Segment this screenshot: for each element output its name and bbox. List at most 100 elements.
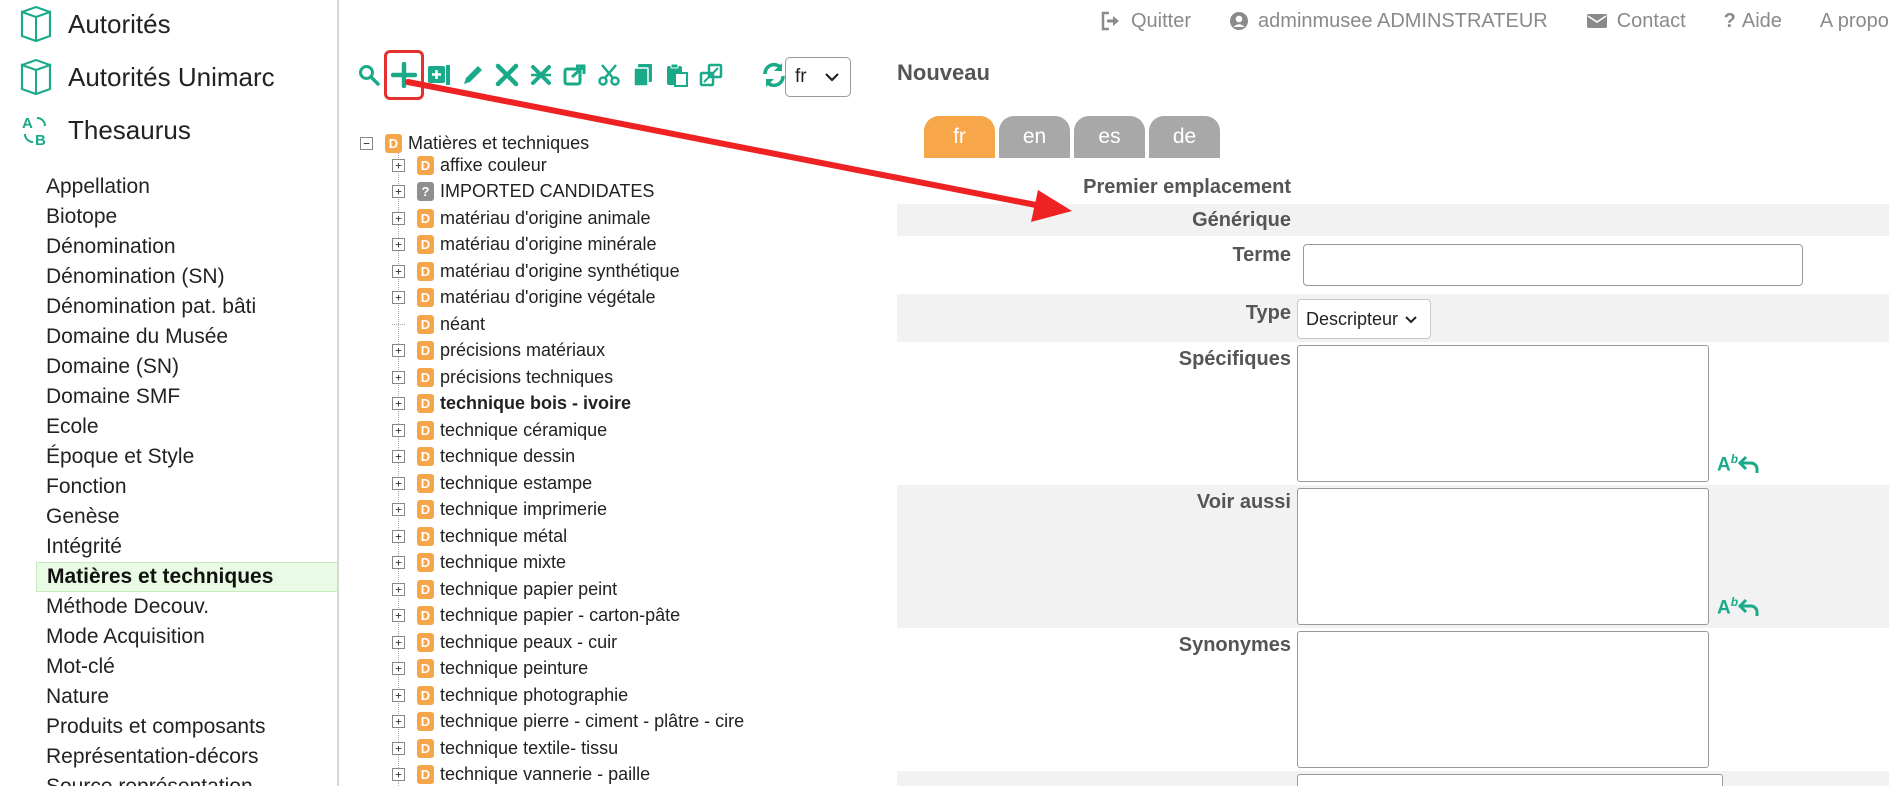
type-select[interactable]: Descripteur (1297, 299, 1431, 339)
sidebar-item-thesaurus[interactable]: Source représentation (36, 772, 337, 786)
about-link[interactable]: A propos (1820, 10, 1889, 33)
tree-node[interactable]: Dnéant (392, 311, 485, 337)
expand-icon[interactable]: + (392, 715, 405, 728)
tree-node[interactable]: + Dtechnique céramique (392, 417, 607, 443)
tree-node[interactable]: + Dprécisions matériaux (392, 338, 605, 364)
tree-node[interactable]: + Dmatériau d'origine minérale (392, 232, 657, 258)
expand-icon[interactable]: + (392, 450, 405, 463)
tree-node[interactable]: + Dtechnique photographie (392, 682, 628, 708)
tab-en[interactable]: en (999, 116, 1070, 158)
tree-node[interactable]: + Dmatériau d'origine animale (392, 205, 651, 231)
expand-icon[interactable]: + (392, 503, 405, 516)
expand-icon[interactable]: + (392, 185, 405, 198)
expand-icon[interactable]: + (392, 768, 405, 781)
expand-icon[interactable]: + (392, 423, 405, 437)
tree-node[interactable]: + Dtechnique mixte (392, 550, 566, 576)
module-autorites[interactable]: Autorités (18, 4, 171, 44)
undo-icon[interactable] (1738, 597, 1760, 617)
next-field[interactable] (1297, 774, 1723, 786)
text-format-icon[interactable]: Ab (1717, 452, 1738, 476)
collapse-icon[interactable]: − (360, 136, 373, 150)
tree-node[interactable]: + Dtechnique pierre - ciment - plâtre - c… (392, 709, 744, 735)
undo-icon[interactable] (1738, 454, 1760, 474)
add-child-icon[interactable] (422, 53, 456, 97)
tree-node[interactable]: + Dtechnique papier - carton-pâte (392, 603, 680, 629)
expand-icon[interactable]: + (392, 370, 405, 384)
contact-link[interactable]: Contact (1586, 10, 1686, 33)
tree-node[interactable]: + Daffixe couleur (392, 152, 547, 178)
sidebar-item-thesaurus[interactable]: Époque et Style (36, 442, 337, 472)
sidebar-item-thesaurus[interactable]: Mot-clé (36, 652, 337, 682)
sidebar-item-thesaurus[interactable]: Fonction (36, 472, 337, 502)
delete-branch-icon[interactable] (524, 53, 558, 97)
tree-node[interactable]: + Dtechnique dessin (392, 444, 575, 470)
expand-icon[interactable]: + (392, 529, 405, 543)
sidebar-item-thesaurus[interactable]: Dénomination (SN) (36, 262, 337, 292)
sidebar-item-thesaurus[interactable]: Domaine SMF (36, 382, 337, 412)
sidebar-item-thesaurus[interactable]: Représentation-décors (36, 742, 337, 772)
module-autorites-unimarc[interactable]: Autorités Unimarc (18, 57, 275, 97)
sidebar-item-thesaurus[interactable]: Appellation (36, 172, 337, 202)
delete-icon[interactable] (490, 53, 524, 97)
search-icon[interactable] (352, 53, 386, 97)
expand-icon[interactable]: + (392, 291, 405, 304)
tree-node[interactable]: + Dtechnique imprimerie (392, 497, 607, 523)
expand-icon[interactable]: + (392, 688, 405, 702)
quit-link[interactable]: Quitter (1100, 10, 1191, 33)
sidebar-item-thesaurus[interactable]: Genèse (36, 502, 337, 532)
tree-node[interactable]: +? IMPORTED CANDIDATES (392, 179, 654, 205)
sidebar-item-thesaurus[interactable]: Dénomination pat. bâti (36, 292, 337, 322)
expand-icon[interactable]: + (392, 556, 405, 569)
edit-icon[interactable] (456, 53, 490, 97)
tree-node[interactable]: + Dtechnique textile- tissu (392, 735, 618, 761)
tab-es[interactable]: es (1074, 116, 1145, 158)
tree-node[interactable]: + Dtechnique vannerie - paille (392, 762, 650, 786)
tree-node[interactable]: + Dmatériau d'origine végétale (392, 285, 656, 311)
sidebar-item-thesaurus[interactable]: Intégrité (36, 532, 337, 562)
expand-icon[interactable]: + (392, 397, 405, 410)
sidebar-item-thesaurus[interactable]: Matières et techniques (36, 562, 337, 592)
expand-icon[interactable]: + (392, 582, 405, 596)
sidebar-item-thesaurus[interactable]: Ecole (36, 412, 337, 442)
specifiques-textarea[interactable] (1297, 345, 1709, 482)
expand-icon[interactable]: + (392, 158, 405, 172)
sidebar-item-thesaurus[interactable]: Biotope (36, 202, 337, 232)
module-thesaurus[interactable]: A B Thesaurus (18, 110, 191, 150)
expand-icon[interactable]: + (392, 609, 405, 622)
tree-node[interactable]: + Dtechnique peaux - cuir (392, 629, 617, 655)
sidebar-item-thesaurus[interactable]: Dénomination (36, 232, 337, 262)
tree-node[interactable]: + Dtechnique papier peint (392, 576, 617, 602)
tree-node[interactable]: + Dtechnique métal (392, 523, 567, 549)
tree-node[interactable]: + Dprécisions techniques (392, 364, 613, 390)
sidebar-item-thesaurus[interactable]: Produits et composants (36, 712, 337, 742)
expand-icon[interactable]: + (392, 238, 405, 251)
add-icon[interactable] (384, 50, 424, 100)
paste-icon[interactable] (660, 53, 694, 97)
synonymes-textarea[interactable] (1297, 631, 1709, 768)
sidebar-item-thesaurus[interactable]: Nature (36, 682, 337, 712)
expand-icon[interactable]: + (392, 476, 405, 490)
sidebar-item-thesaurus[interactable]: Domaine (SN) (36, 352, 337, 382)
user-link[interactable]: adminmusee ADMINSTRATEUR (1229, 10, 1548, 33)
merge-icon[interactable] (694, 53, 728, 97)
help-link[interactable]: ? Aide (1724, 10, 1782, 33)
external-link-icon[interactable] (558, 53, 592, 97)
expand-icon[interactable]: + (392, 741, 405, 755)
copy-icon[interactable] (626, 53, 660, 97)
language-select[interactable]: fr (785, 57, 851, 97)
expand-icon[interactable]: + (392, 662, 405, 675)
voir-aussi-textarea[interactable] (1297, 488, 1709, 625)
tab-fr[interactable]: fr (924, 116, 995, 158)
tree-node[interactable]: + Dtechnique bois - ivoire (392, 391, 631, 417)
cut-icon[interactable] (592, 53, 626, 97)
tab-de[interactable]: de (1149, 116, 1220, 158)
sidebar-item-thesaurus[interactable]: Domaine du Musée (36, 322, 337, 352)
terme-input[interactable] (1303, 244, 1803, 286)
sidebar-item-thesaurus[interactable]: Mode Acquisition (36, 622, 337, 652)
expand-icon[interactable]: + (392, 344, 405, 357)
tree-node[interactable]: + Dtechnique peinture (392, 656, 588, 682)
expand-icon[interactable]: + (392, 264, 405, 278)
expand-icon[interactable]: + (392, 211, 405, 225)
tree-node[interactable]: + Dmatériau d'origine synthétique (392, 258, 680, 284)
sidebar-item-thesaurus[interactable]: Méthode Decouv. (36, 592, 337, 622)
